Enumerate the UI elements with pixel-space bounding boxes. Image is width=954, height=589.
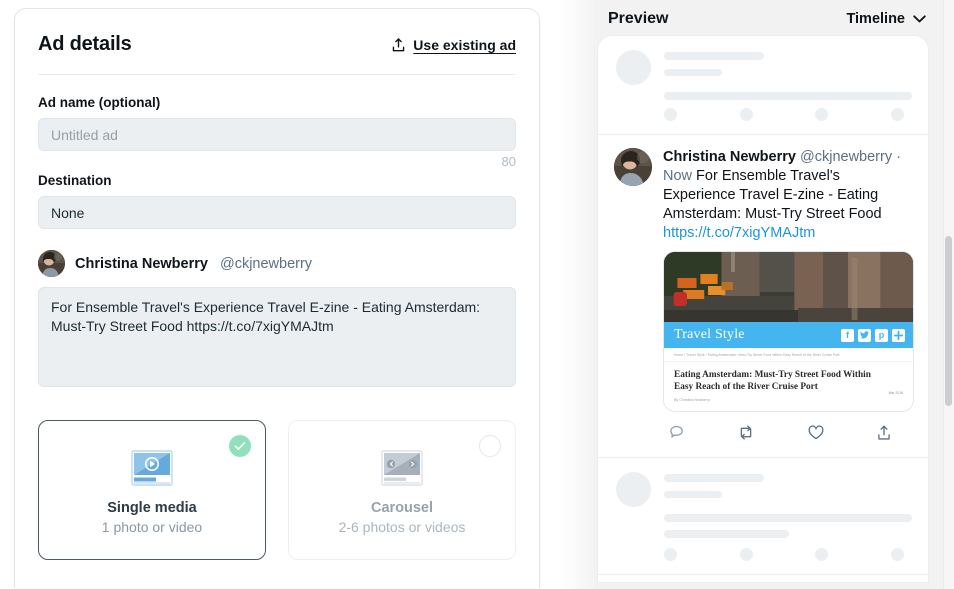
- skeleton-bar: [664, 52, 764, 60]
- header-divider: [38, 74, 516, 75]
- ad-name-input[interactable]: Untitled ad: [38, 118, 516, 151]
- media-option-title: Carousel: [370, 499, 434, 516]
- skeleton-dot: [739, 548, 753, 561]
- like-icon[interactable]: [807, 424, 825, 441]
- ad-name-label: Ad name (optional): [38, 95, 161, 110]
- retweet-icon[interactable]: [737, 424, 755, 441]
- twitter-icon: [858, 328, 871, 342]
- card-date: Mar 2018: [888, 391, 903, 395]
- account-row: Christina Newberry @ckjnewberry: [38, 250, 516, 277]
- media-option-carousel[interactable]: Carousel 2-6 photos or videos: [288, 420, 516, 560]
- destination-label: Destination: [38, 173, 112, 188]
- card-header: Ad details Use existing ad: [38, 33, 516, 74]
- media-option-subtitle: 2-6 photos or videos: [338, 518, 466, 535]
- vertical-scrollbar-thumb[interactable]: [945, 236, 952, 406]
- use-existing-ad-label: Use existing ad: [413, 36, 516, 53]
- media-option-title: Single media: [107, 499, 197, 516]
- skeleton-bar: [664, 92, 912, 100]
- skeleton-avatar: [616, 50, 651, 85]
- vertical-scrollbar-track[interactable]: [943, 0, 954, 589]
- empty-radio-icon: [479, 435, 501, 457]
- card-banner-title: Travel Style: [674, 327, 745, 342]
- panel-seam: [558, 0, 594, 589]
- tweet-link[interactable]: https://t.co/7xigYMAJtm: [663, 224, 914, 243]
- skeleton-bar: [664, 530, 789, 538]
- skeleton-avatar: [616, 472, 651, 507]
- page-title: Ad details: [38, 33, 132, 55]
- card-social-icons: f p: [841, 328, 905, 342]
- skeleton-actions: [664, 548, 904, 561]
- ad-details-pane: Ad details Use existing ad Ad name (opti…: [0, 0, 558, 589]
- ad-name-field-group: Ad name (optional) Untitled ad 80: [38, 95, 516, 169]
- facebook-icon: f: [841, 328, 854, 342]
- skeleton-bar: [664, 69, 722, 76]
- card-headline: Eating Amsterdam: Must-Try Street Food W…: [674, 370, 871, 392]
- tweet-meta: Christina Newberry @ckjnewberry · Now Fo…: [663, 148, 914, 243]
- skeleton-bar: [664, 514, 912, 522]
- ad-name-char-counter: 80: [501, 154, 516, 169]
- preview-type-value: Timeline: [846, 11, 905, 27]
- tweet-composer-textarea[interactable]: For Ensemble Travel's Experience Travel …: [38, 287, 516, 387]
- skeleton-dot: [664, 108, 677, 121]
- preview-phone-frame: Christina Newberry @ckjnewberry · Now Fo…: [598, 36, 928, 582]
- skeleton-dot: [815, 548, 829, 561]
- skeleton-dot: [890, 108, 904, 121]
- skeleton-dot: [739, 108, 753, 121]
- media-option-single-media[interactable]: Single media 1 photo or video: [38, 420, 266, 560]
- card-body: Eating Amsterdam: Must-Try Street Food W…: [664, 362, 913, 411]
- pinterest-icon: p: [875, 328, 888, 342]
- plus-icon: [892, 328, 905, 342]
- skeleton-dot: [890, 548, 904, 561]
- tweet-actions: [663, 412, 914, 451]
- use-existing-ad-button[interactable]: Use existing ad: [391, 37, 516, 53]
- destination-select[interactable]: None: [38, 196, 516, 229]
- skeleton-tweet: [598, 36, 928, 135]
- check-badge-icon: [229, 435, 251, 457]
- ad-composer-screen: Ad details Use existing ad Ad name (opti…: [0, 0, 954, 589]
- preview-pane: Preview Timeline Christina Newberry @ckj…: [594, 0, 954, 589]
- card-banner: Travel Style f p: [664, 322, 913, 348]
- carousel-icon: [380, 446, 424, 490]
- skeleton-bar: [664, 474, 764, 482]
- avatar: [614, 148, 652, 186]
- upload-icon: [391, 37, 406, 53]
- reply-icon[interactable]: [669, 424, 686, 441]
- media-type-options: Single media 1 photo or video Carousel 2…: [38, 420, 516, 560]
- preview-type-select[interactable]: Timeline: [846, 11, 926, 27]
- preview-tweet: Christina Newberry @ckjnewberry · Now Fo…: [598, 135, 928, 458]
- card-breadcrumb: Home / Travel Style / Eating Amsterdam: …: [664, 348, 913, 362]
- account-name: Christina Newberry: [75, 255, 208, 272]
- share-icon[interactable]: [876, 424, 892, 441]
- chevron-down-icon: [913, 11, 926, 27]
- tweet-timestamp: Now: [663, 168, 693, 184]
- tweet-author-handle: @ckjnewberry: [800, 149, 893, 165]
- skeleton-actions: [664, 108, 904, 121]
- media-option-subtitle: 1 photo or video: [101, 518, 203, 535]
- tweet-summary-card[interactable]: Travel Style f p Home / Travel Style / E…: [663, 251, 914, 412]
- avatar: [38, 250, 65, 277]
- card-photo: [664, 252, 913, 322]
- card-byline: By Christina Newberry: [674, 398, 710, 402]
- tweet-meta-separator: ·: [896, 149, 901, 165]
- skeleton-tweet: [598, 458, 928, 575]
- tweet-author-name: Christina Newberry: [663, 149, 796, 165]
- destination-field-group: Destination None: [38, 173, 516, 229]
- account-handle: @ckjnewberry: [219, 255, 313, 272]
- ad-details-card: Ad details Use existing ad Ad name (opti…: [14, 8, 540, 588]
- preview-header: Preview Timeline: [594, 0, 954, 36]
- skeleton-bar: [664, 491, 722, 498]
- skeleton-tweet: [598, 575, 928, 582]
- skeleton-dot: [815, 108, 829, 121]
- preview-title: Preview: [608, 10, 669, 27]
- single-media-icon: [130, 446, 174, 490]
- skeleton-dot: [664, 548, 677, 561]
- tweet-text: For Ensemble Travel's Experience Travel …: [663, 168, 882, 222]
